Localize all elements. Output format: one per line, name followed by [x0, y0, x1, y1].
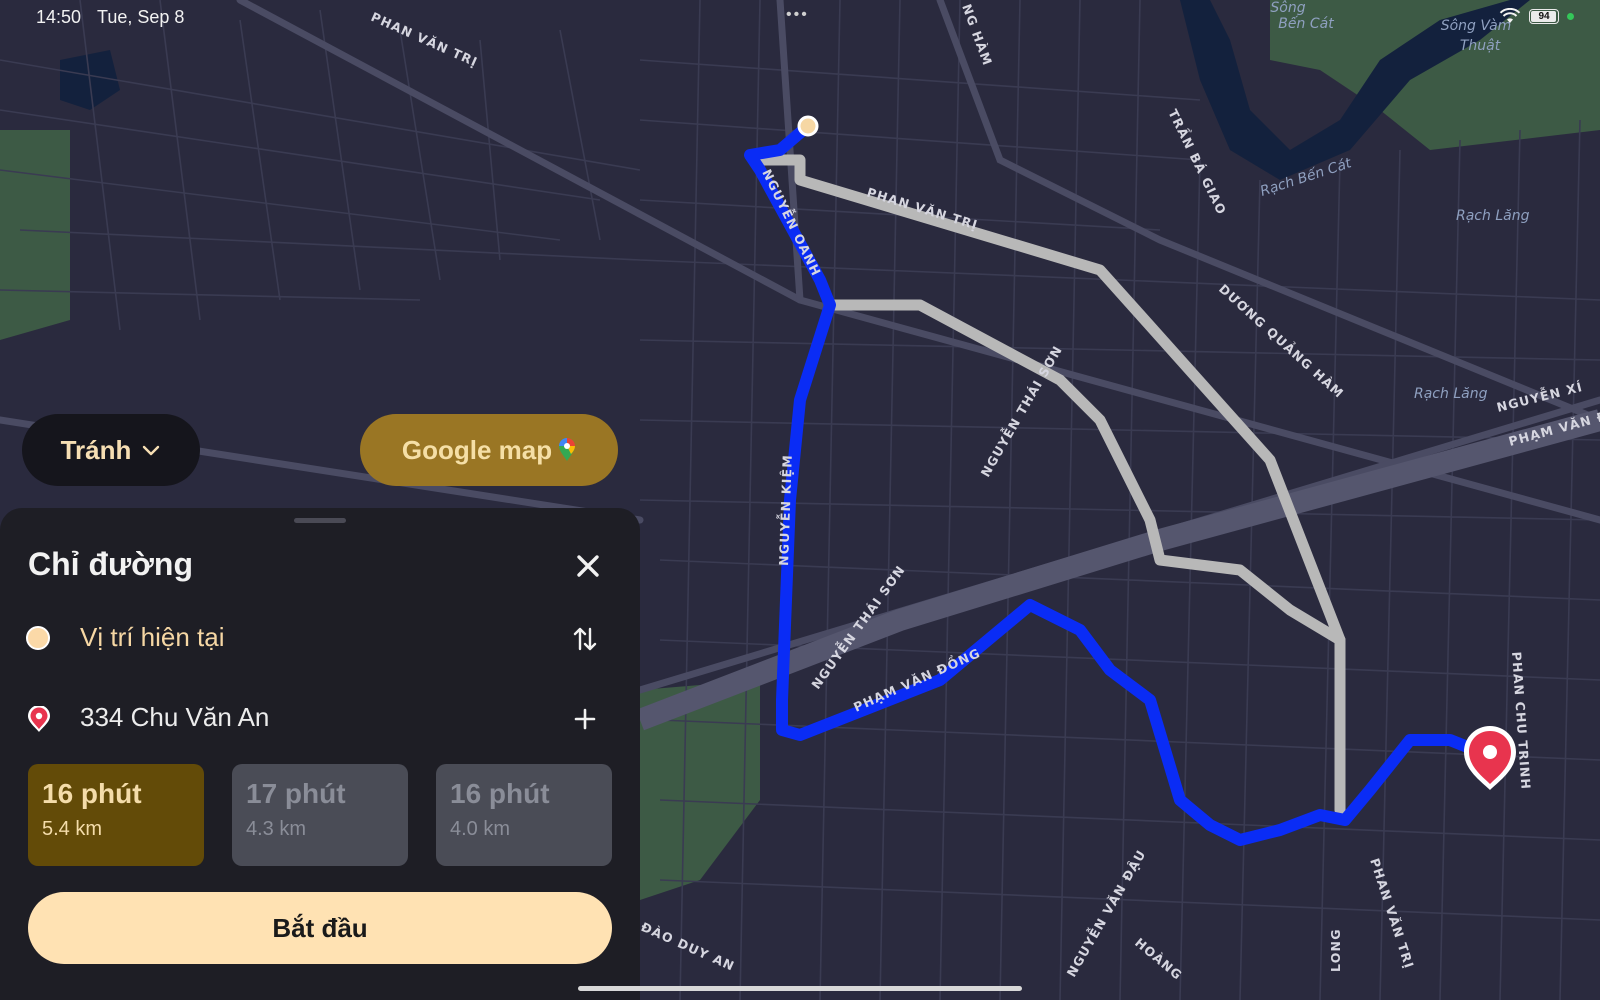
wifi-icon [1499, 8, 1521, 23]
route-option-3[interactable]: 16 phút 4.0 km [436, 764, 612, 866]
label-rach-lang-1: Rạch Lăng [1456, 208, 1530, 224]
route-option-time: 17 phút [246, 778, 346, 809]
multitasking-dots-icon[interactable]: ••• [786, 6, 809, 24]
plus-icon [574, 708, 596, 730]
route-option-distance: 4.3 km [246, 818, 307, 840]
battery-icon: 94 [1529, 8, 1559, 24]
close-button[interactable] [570, 548, 606, 584]
charging-indicator-icon [1567, 12, 1574, 20]
directions-sheet: Chỉ đường Vị trí hiện tại 334 Chu Văn An [0, 508, 640, 1000]
status-bar: 14:50 Tue, Sep 8 ••• 94 [0, 0, 1600, 36]
label-rach-lang-2: Rạch Lăng [1414, 386, 1488, 402]
route-option-distance: 4.0 km [450, 818, 511, 840]
label-song-vam-thuat-2: Thuật [1460, 38, 1501, 54]
route-option-time: 16 phút [450, 778, 550, 809]
start-button[interactable]: Bắt đầu [28, 892, 612, 964]
google-map-label: Google map [401, 434, 553, 465]
sheet-title: Chỉ đường [28, 546, 193, 582]
sheet-drag-handle[interactable] [294, 518, 346, 523]
destination-row[interactable]: 334 Chu Văn An [0, 688, 640, 748]
origin-text: Vị trí hiện tại [80, 622, 225, 652]
status-date: Tue, Sep 8 [97, 7, 185, 27]
origin-row[interactable]: Vị trí hiện tại [0, 608, 640, 668]
route-option-time: 16 phút [42, 778, 142, 809]
route-option-2[interactable]: 17 phút 4.3 km [232, 764, 408, 866]
destination-pin-icon [26, 705, 52, 732]
swap-button[interactable] [568, 622, 602, 656]
google-map-button[interactable]: Google map [360, 414, 618, 486]
destination-text: 334 Chu Văn An [80, 702, 270, 732]
avoid-dropdown-button[interactable]: Tránh [22, 414, 200, 486]
swap-arrows-icon [573, 627, 597, 651]
avoid-label: Tránh [60, 434, 132, 465]
label-long: LONG [1328, 928, 1343, 972]
close-icon [577, 555, 599, 577]
route-options: 16 phút 5.4 km 17 phút 4.3 km 16 phút 4.… [28, 764, 612, 866]
google-maps-pin-icon [559, 438, 576, 461]
add-stop-button[interactable] [568, 702, 602, 736]
chevron-down-icon [143, 445, 160, 456]
status-indicators: 94 [1499, 8, 1574, 24]
park-area-left [0, 130, 70, 340]
origin-dot-icon [26, 626, 52, 652]
status-time: 14:50 [36, 7, 82, 27]
start-label: Bắt đầu [272, 912, 368, 943]
origin-marker [797, 115, 819, 137]
route-option-1[interactable]: 16 phút 5.4 km [28, 764, 204, 866]
route-option-distance: 5.4 km [42, 818, 103, 840]
home-indicator[interactable] [578, 986, 1022, 991]
battery-level: 94 [1538, 10, 1550, 22]
